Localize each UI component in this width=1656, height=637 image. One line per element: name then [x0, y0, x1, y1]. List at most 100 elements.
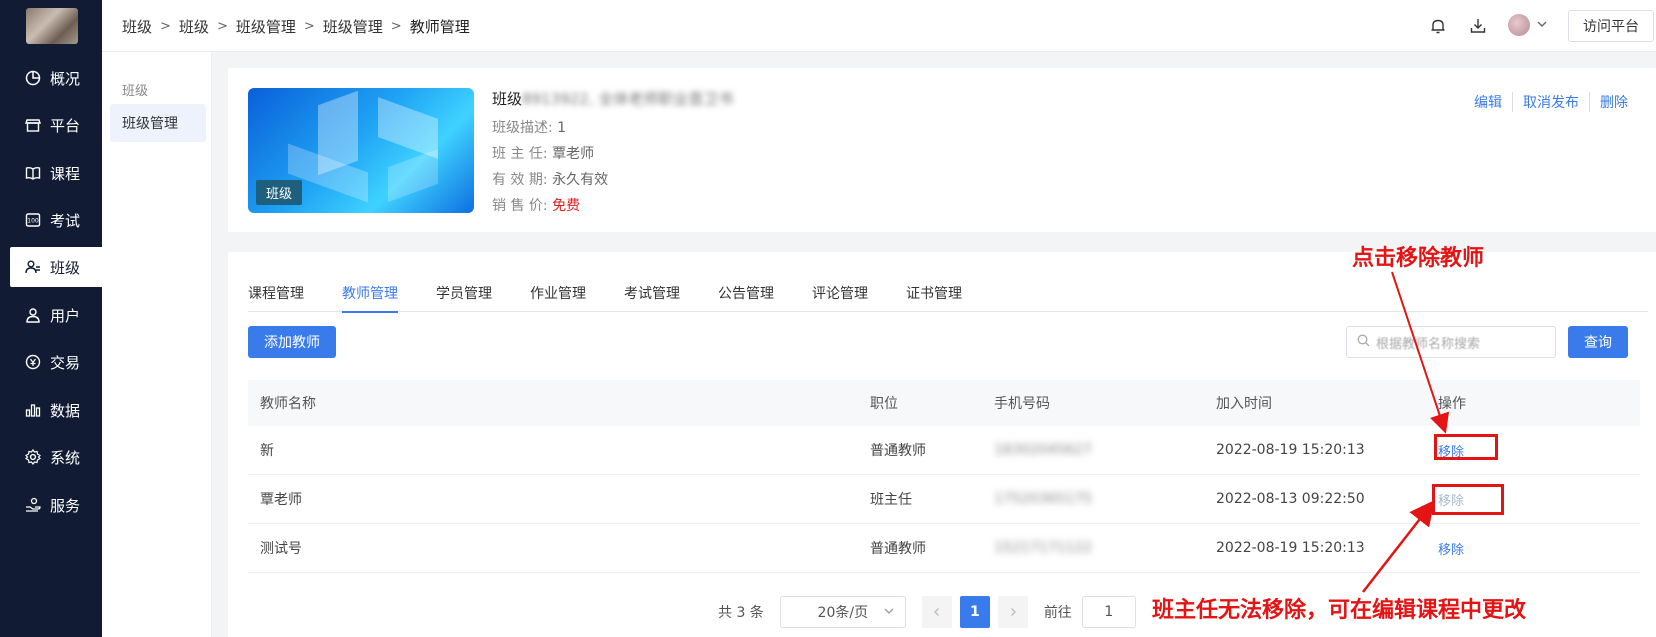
class-title: 班级8913922, 全体老师职业晋卫书 — [492, 88, 733, 109]
query-button[interactable]: 查询 — [1568, 326, 1628, 358]
sidebar-item-label: 交易 — [50, 353, 81, 372]
breadcrumb-item[interactable]: 班级 — [122, 16, 152, 37]
col-header-joined: 加入时间 — [1216, 396, 1272, 412]
avatar[interactable] — [1508, 14, 1530, 36]
class-desc-row: 班级描述: 1 — [492, 115, 733, 141]
users-icon — [24, 258, 42, 276]
class-teacher-value: 覃老师 — [552, 146, 595, 162]
cell-role: 普通教师 — [870, 541, 926, 557]
table-header: 教师名称 职位 手机号码 加入时间 操作 — [248, 380, 1640, 426]
prev-page-button[interactable] — [921, 596, 952, 628]
sidebar-item-overview[interactable]: 概况 — [0, 58, 102, 98]
chevron-down-icon[interactable] — [1536, 18, 1548, 34]
cell-joined: 2022-08-13 09:22:50 — [1216, 491, 1365, 507]
class-desc-value: 1 — [557, 120, 567, 136]
sidebar-item-label: 课程 — [50, 164, 81, 183]
tab-student[interactable]: 学员管理 — [436, 276, 492, 312]
search-icon — [1357, 334, 1370, 351]
pager-total: 共 3 条 — [718, 605, 764, 621]
tab-homework[interactable]: 作业管理 — [530, 276, 586, 312]
edit-link[interactable]: 编辑 — [1464, 92, 1512, 112]
sidebar-item-label: 概况 — [50, 69, 81, 88]
unpublish-link[interactable]: 取消发布 — [1512, 92, 1589, 112]
sidebar-item-user[interactable]: 用户 — [0, 295, 102, 335]
pie-chart-icon — [24, 69, 42, 87]
breadcrumb: 班级 > 班级 > 班级管理 > 班级管理 > 教师管理 — [122, 16, 470, 37]
tab-teacher[interactable]: 教师管理 — [342, 276, 398, 313]
breadcrumb-item[interactable]: 班级管理 — [236, 16, 296, 37]
tab-exam[interactable]: 考试管理 — [624, 276, 680, 312]
tab-certificate[interactable]: 证书管理 — [906, 276, 962, 312]
sidebar-item-label: 数据 — [50, 401, 81, 420]
cell-phone: 17520365175 — [994, 491, 1216, 507]
user-icon — [24, 306, 42, 324]
bell-icon[interactable] — [1428, 16, 1448, 36]
store-icon — [24, 116, 42, 134]
subnav-item-class-manage[interactable]: 班级管理 — [110, 104, 206, 142]
visit-platform-button[interactable]: 访问平台 — [1568, 10, 1654, 42]
add-teacher-button[interactable]: 添加教师 — [248, 326, 336, 358]
sidebar-item-class[interactable]: 班级 — [10, 247, 102, 287]
table-row: 测试号 普通教师 15217171122 2022-08-19 15:20:13… — [248, 524, 1640, 573]
delete-link[interactable]: 删除 — [1589, 92, 1638, 112]
breadcrumb-item[interactable]: 班级 — [179, 16, 209, 37]
annotation-highlight-box-second — [1432, 484, 1504, 515]
goto-page-input[interactable]: 1 — [1081, 596, 1136, 628]
page-number-button[interactable]: 1 — [959, 596, 990, 628]
cell-role: 班主任 — [870, 492, 912, 508]
search-placeholder: 根据教师名称搜索 — [1376, 336, 1481, 352]
class-title-prefix: 班级 — [492, 90, 523, 108]
class-info-card: 班级 班级8913922, 全体老师职业晋卫书 班级描述: 1 班 主 任: 覃… — [228, 68, 1656, 232]
cell-joined: 2022-08-19 15:20:13 — [1216, 540, 1365, 556]
sidebar-item-label: 系统 — [50, 448, 81, 467]
class-valid-value: 永久有效 — [552, 172, 609, 188]
sidebar-item-trade[interactable]: 交易 — [0, 342, 102, 382]
class-desc-label: 班级描述: — [492, 120, 553, 136]
class-valid-label: 有 效 期: — [492, 172, 548, 188]
sidebar-item-data[interactable]: 数据 — [0, 390, 102, 430]
sidebar-item-system[interactable]: 系统 — [0, 437, 102, 477]
remove-teacher-button[interactable]: 移除 — [1438, 543, 1464, 558]
sidebar-item-exam[interactable]: 100 考试 — [0, 200, 102, 240]
tab-notice[interactable]: 公告管理 — [718, 276, 774, 312]
bar-chart-icon — [24, 401, 42, 419]
class-cover-image: 班级 — [248, 88, 474, 213]
brand-logo[interactable] — [26, 8, 78, 44]
tab-comment[interactable]: 评论管理 — [812, 276, 868, 312]
sidebar-item-service[interactable]: 服务 — [0, 485, 102, 525]
annotation-highlight-box-first — [1434, 434, 1498, 460]
breadcrumb-item[interactable]: 班级管理 — [323, 16, 383, 37]
cell-name: 测试号 — [260, 541, 302, 557]
phone-blurred: 17520365175 — [994, 491, 1092, 507]
goto-label: 前往 — [1043, 605, 1072, 621]
class-price-row: 销 售 价: 免费 — [492, 193, 733, 219]
table-row: 新 普通教师 18302045627 2022-08-19 15:20:13 移… — [248, 426, 1640, 475]
cell-joined: 2022-08-19 15:20:13 — [1216, 442, 1365, 458]
download-icon[interactable] — [1468, 16, 1488, 36]
svg-text:100: 100 — [27, 218, 39, 225]
main-sidebar: 概况 平台 课程 100 考试 班级 用户 交易 数据 系统 服务 — [0, 0, 102, 637]
page-size-select[interactable]: 20条/页 — [779, 596, 906, 628]
col-header-role: 职位 — [870, 396, 898, 412]
subnav-group-title: 班级 — [122, 84, 149, 99]
phone-blurred: 15217171122 — [994, 540, 1092, 556]
sidebar-item-label: 平台 — [50, 116, 81, 135]
trade-icon — [24, 353, 42, 371]
col-header-action: 操作 — [1438, 396, 1466, 412]
class-teacher-row: 班 主 任: 覃老师 — [492, 141, 733, 167]
next-page-button[interactable] — [997, 596, 1028, 628]
annotation-top-note: 点击移除教师 — [1352, 245, 1485, 271]
search-input[interactable]: 根据教师名称搜索 — [1346, 326, 1556, 358]
teacher-table: 教师名称 职位 手机号码 加入时间 操作 新 普通教师 18302045627 … — [248, 380, 1640, 573]
sidebar-item-course[interactable]: 课程 — [0, 153, 102, 193]
pagination: 共 3 条 20条/页 1 前往 1 — [718, 596, 1136, 628]
chevron-right-icon: > — [390, 19, 402, 34]
sidebar-item-label: 考试 — [50, 211, 81, 230]
breadcrumb-current: 教师管理 — [409, 18, 470, 36]
cell-name: 覃老师 — [260, 492, 302, 508]
chevron-right-icon: > — [216, 19, 228, 34]
sidebar-item-platform[interactable]: 平台 — [0, 105, 102, 145]
cell-phone: 18302045627 — [994, 442, 1216, 458]
tab-course[interactable]: 课程管理 — [248, 276, 304, 312]
class-valid-row: 有 效 期: 永久有效 — [492, 167, 733, 193]
